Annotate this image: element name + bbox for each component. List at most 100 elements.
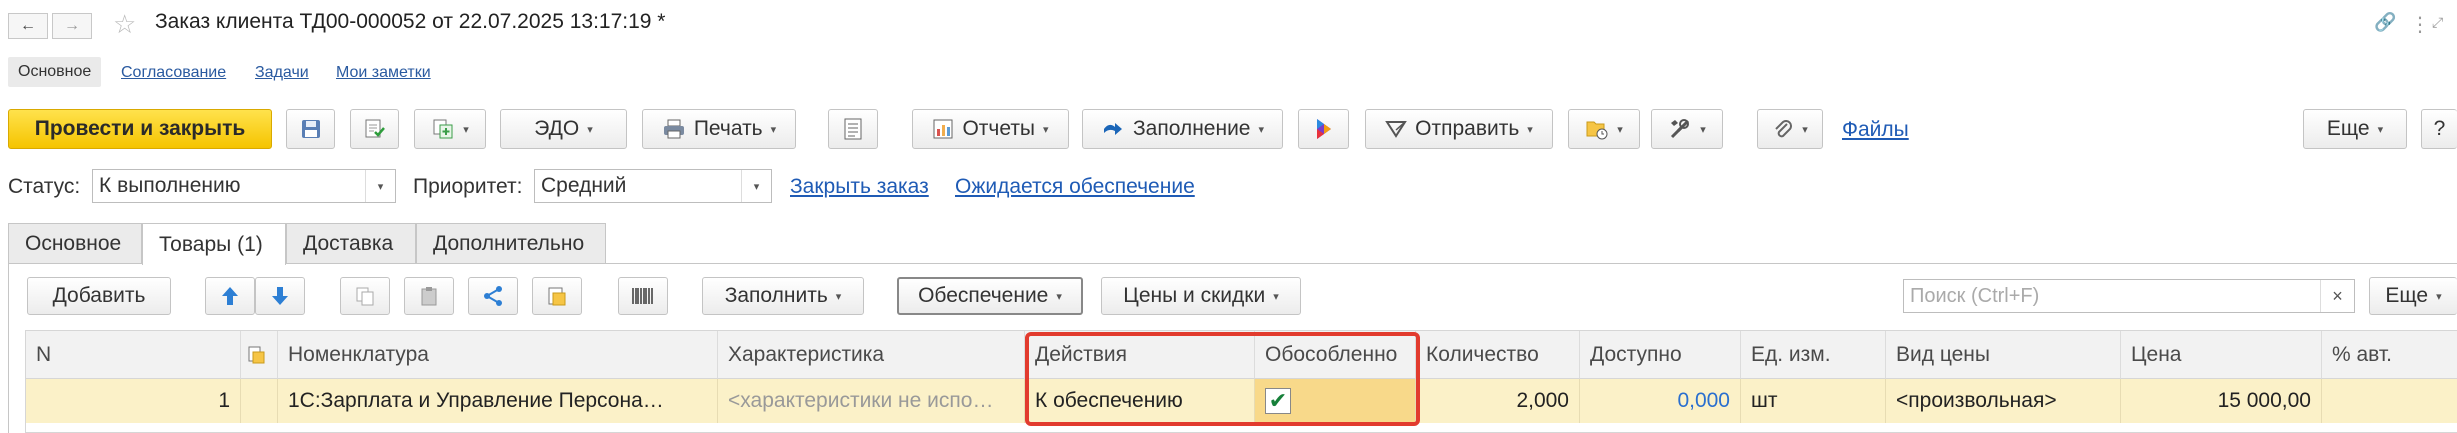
provision-button[interactable]: Обеспечение ▾ <box>897 277 1083 315</box>
tab-label: Доставка <box>303 231 394 255</box>
add-label: Добавить <box>52 284 146 307</box>
cell-auto-pct[interactable] <box>2322 379 2457 423</box>
column-header-nomenclature[interactable]: Номенклатура <box>278 331 718 379</box>
section-notes-link[interactable]: Мои заметки <box>336 64 431 82</box>
section-main[interactable]: Основное <box>8 57 102 87</box>
create-based-on-button[interactable]: ▾ <box>414 109 486 149</box>
chevron-down-icon[interactable]: ▾ <box>365 170 395 202</box>
chevron-down-icon: ▾ <box>835 290 842 303</box>
cell-separate[interactable]: ✔ <box>1255 379 1416 423</box>
forward-button[interactable]: → <box>52 13 92 39</box>
pick-goods-button[interactable] <box>532 277 582 315</box>
chevron-down-icon: ▾ <box>1700 123 1706 136</box>
cell-nomenclature[interactable]: 1С:Зарплата и Управление Персона… <box>278 379 718 423</box>
more-label: Еще <box>2326 117 2370 140</box>
prices-label: Цены и скидки <box>1123 284 1266 307</box>
column-header-available[interactable]: Доступно <box>1580 331 1741 379</box>
print-label: Печать <box>693 117 763 140</box>
copy-row-button[interactable] <box>340 277 390 315</box>
folder-clock-icon <box>1586 121 1608 140</box>
maximize-icon[interactable]: ⤢ <box>2432 14 2443 31</box>
column-header-n[interactable]: N <box>26 331 241 379</box>
goods-table: N Номенклатура Характеристика Действия О… <box>25 330 2457 433</box>
favorite-star-icon[interactable]: ☆ <box>113 9 136 40</box>
cell-n[interactable]: 1 <box>26 379 241 423</box>
section-approval-link[interactable]: Согласование <box>121 64 226 82</box>
move-down-button[interactable] <box>255 277 305 315</box>
priority-select[interactable]: Средний ▾ <box>534 169 772 203</box>
folder-schedule-button[interactable]: ▾ <box>1568 109 1640 149</box>
attachments-button[interactable]: ▾ <box>1757 109 1823 149</box>
post-document-icon <box>365 119 385 138</box>
cell-quantity[interactable]: 2,000 <box>1416 379 1580 423</box>
send-button[interactable]: Отправить ▾ <box>1365 109 1553 149</box>
tab-delivery[interactable]: Доставка <box>286 223 416 263</box>
save-button[interactable] <box>286 109 335 149</box>
paperclip-icon <box>1775 120 1793 138</box>
create-based-icon <box>433 119 453 139</box>
document-list-button[interactable] <box>828 109 878 149</box>
edo-button[interactable]: ЭДО ▾ <box>500 109 627 149</box>
cell-action[interactable]: К обеспечению <box>1025 379 1255 423</box>
files-link[interactable]: Файлы <box>1842 118 1909 142</box>
move-up-button[interactable] <box>205 277 255 315</box>
cell-unit[interactable]: шт <box>1741 379 1886 423</box>
tab-additional[interactable]: Дополнительно <box>416 223 606 263</box>
tools-button[interactable]: ▾ <box>1651 109 1723 149</box>
link-icon[interactable]: 🔗 <box>2374 12 2396 33</box>
cell-icon[interactable] <box>241 379 278 423</box>
more-button[interactable]: Еще ▾ <box>2303 109 2407 149</box>
column-header-price-type[interactable]: Вид цены <box>1886 331 2121 379</box>
cell-available[interactable]: 0,000 <box>1580 379 1741 423</box>
chevron-down-icon: ▾ <box>1802 123 1808 136</box>
close-order-link[interactable]: Закрыть заказ <box>790 175 929 199</box>
help-label: ? <box>2433 117 2446 140</box>
section-tasks-link[interactable]: Задачи <box>255 64 309 82</box>
add-row-button[interactable]: Добавить <box>27 277 171 315</box>
chevron-down-icon[interactable]: ▾ <box>741 170 771 202</box>
status-select[interactable]: К выполнению ▾ <box>92 169 396 203</box>
help-button[interactable]: ? <box>2421 109 2457 149</box>
post-button[interactable] <box>350 109 399 149</box>
print-button[interactable]: Печать ▾ <box>642 109 796 149</box>
clear-search-icon[interactable]: × <box>2320 280 2354 312</box>
cell-price-type[interactable]: <произвольная> <box>1886 379 2121 423</box>
status-label: Статус: <box>8 175 81 198</box>
more-menu-icon[interactable]: ⋮ <box>2410 12 2430 37</box>
chevron-down-icon: ▾ <box>587 123 593 136</box>
awaiting-provision-link[interactable]: Ожидается обеспечение <box>955 175 1195 199</box>
share-button[interactable] <box>468 277 518 315</box>
chevron-down-icon: ▾ <box>1043 123 1049 136</box>
post-and-close-button[interactable]: Провести и закрыть <box>8 109 272 149</box>
reports-button[interactable]: Отчеты ▾ <box>912 109 1069 149</box>
provision-label: Обеспечение <box>918 284 1049 307</box>
tab-goods[interactable]: Товары (1) <box>142 223 286 265</box>
column-header-quantity[interactable]: Количество <box>1416 331 1580 379</box>
list-document-icon <box>844 118 862 140</box>
back-button[interactable]: ← <box>8 13 48 39</box>
column-header-actions[interactable]: Действия <box>1025 331 1255 379</box>
barcode-button[interactable] <box>618 277 668 315</box>
fill-button[interactable]: Заполнение ▾ <box>1082 109 1283 149</box>
copy-icon <box>356 287 374 306</box>
fill-table-button[interactable]: Заполнить ▾ <box>702 277 864 315</box>
share-nodes-icon <box>484 286 502 306</box>
table-more-label: Еще <box>2385 284 2429 307</box>
bot-button[interactable] <box>1298 109 1349 149</box>
column-header-separate[interactable]: Обособленно <box>1255 331 1416 379</box>
paste-button[interactable] <box>404 277 454 315</box>
tab-main[interactable]: Основное <box>8 223 142 263</box>
column-header-auto-pct[interactable]: % авт. <box>2322 331 2457 379</box>
fill-label: Заполнение <box>1132 117 1251 140</box>
column-header-icon[interactable] <box>241 331 278 379</box>
cell-characteristic[interactable]: <характеристики не испо… <box>718 379 1025 423</box>
multicolor-play-icon <box>1316 119 1331 139</box>
column-header-unit[interactable]: Ед. изм. <box>1741 331 1886 379</box>
table-more-button[interactable]: Еще ▾ <box>2369 277 2457 315</box>
column-header-price[interactable]: Цена <box>2121 331 2322 379</box>
separate-checkbox[interactable]: ✔ <box>1265 388 1291 414</box>
cell-price[interactable]: 15 000,00 <box>2121 379 2322 423</box>
search-input[interactable]: Поиск (Ctrl+F) × <box>1903 279 2355 313</box>
column-header-characteristic[interactable]: Характеристика <box>718 331 1025 379</box>
prices-discounts-button[interactable]: Цены и скидки ▾ <box>1101 277 1301 315</box>
